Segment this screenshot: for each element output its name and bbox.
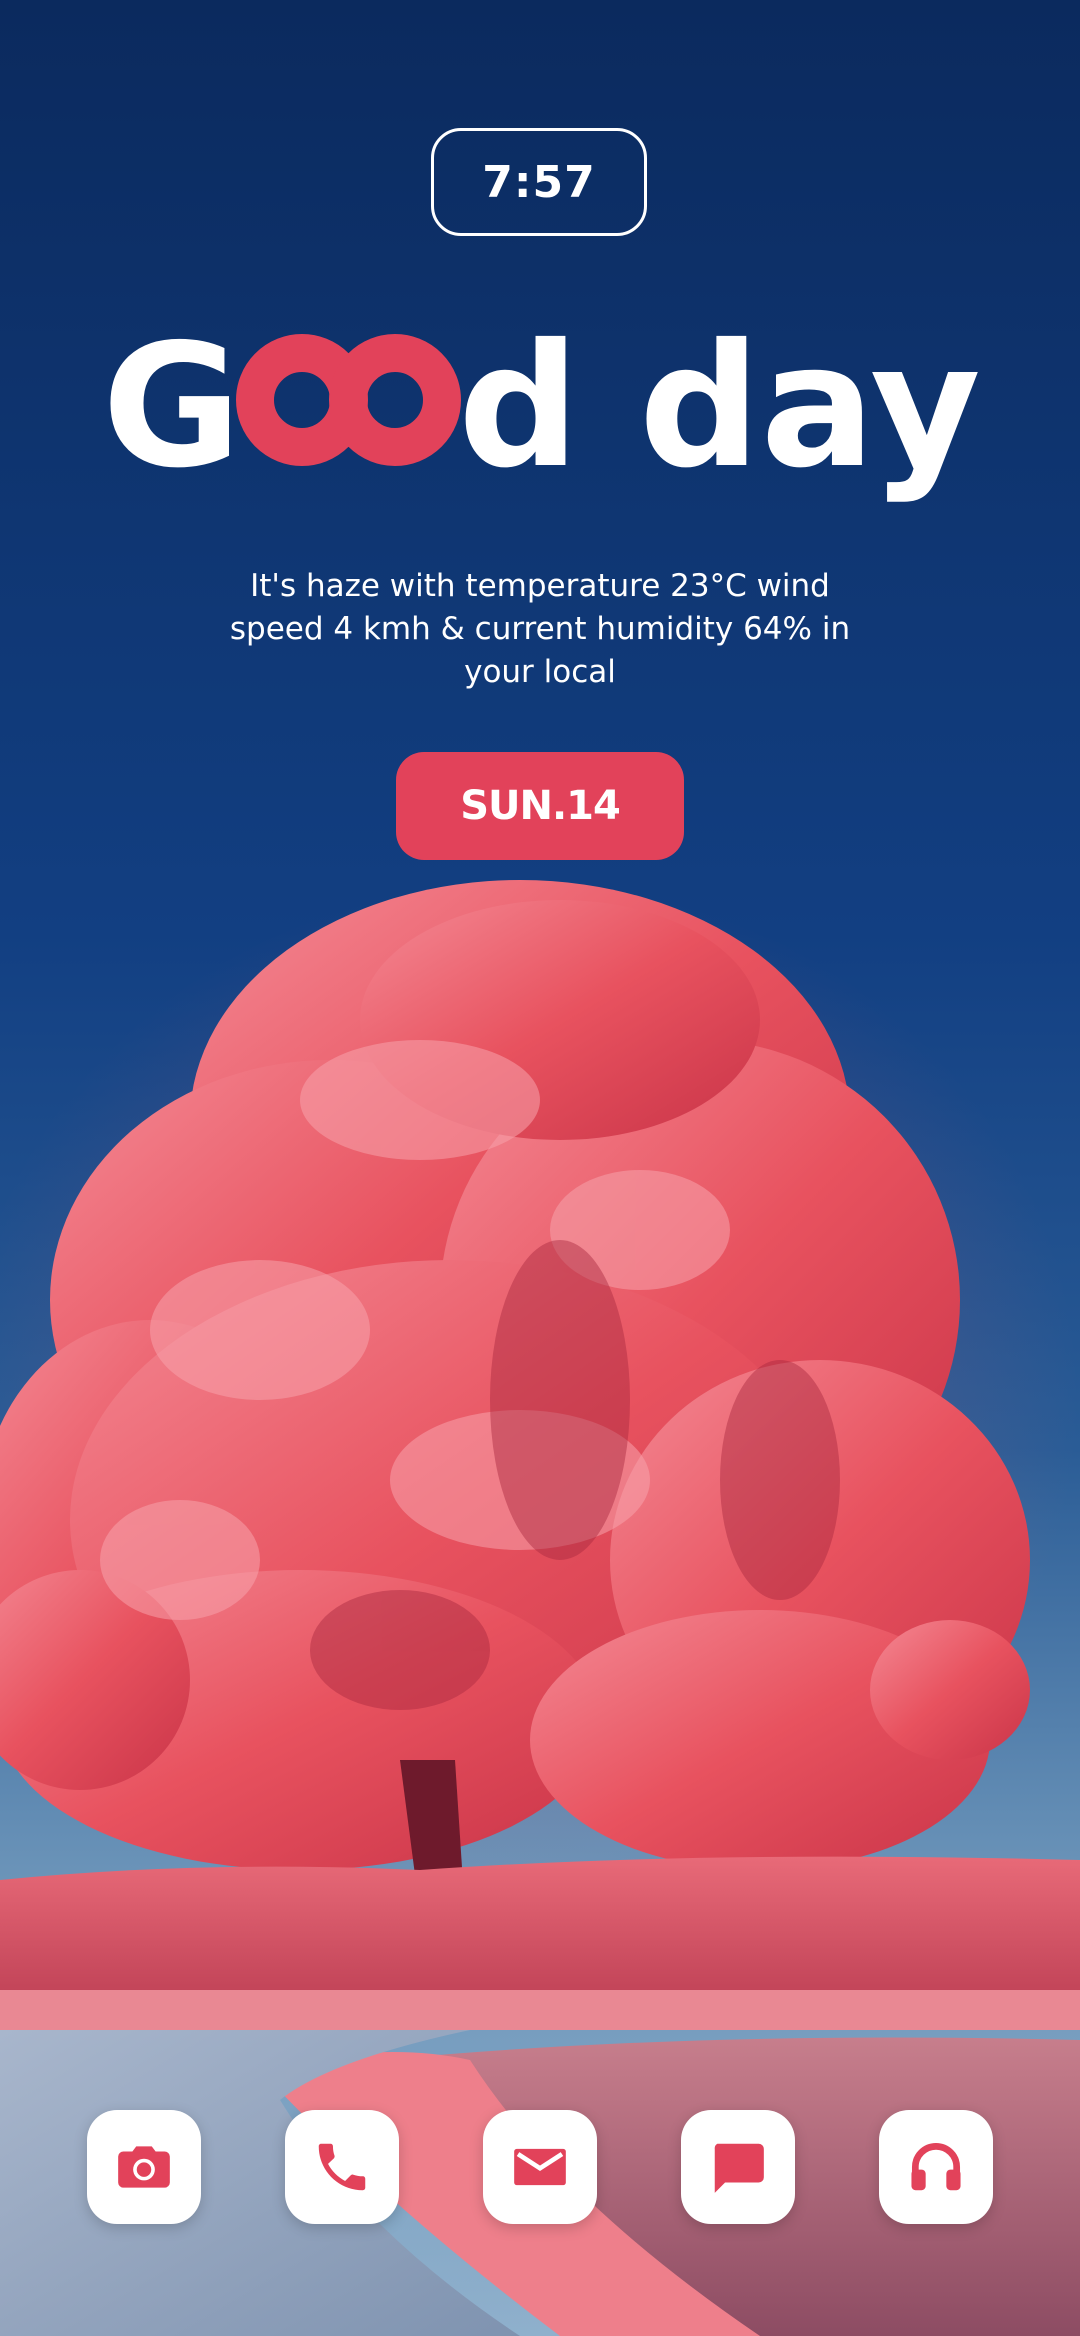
clock-time: 7:57: [482, 156, 596, 208]
greeting-text-end: d day: [458, 308, 981, 506]
clock-widget[interactable]: 7:57: [431, 128, 647, 236]
music-button[interactable]: [879, 2110, 993, 2224]
camera-icon: [118, 2146, 170, 2188]
infinity-glyph: [236, 334, 461, 466]
chat-icon: [714, 2143, 764, 2193]
greeting-text-start: G: [102, 308, 242, 506]
app-dock: [0, 2110, 1080, 2226]
mail-button[interactable]: [483, 2110, 597, 2224]
weather-description: It's haze with temperature 23°C wind spe…: [229, 568, 851, 690]
messages-button[interactable]: [681, 2110, 795, 2224]
phone-button[interactable]: [285, 2110, 399, 2224]
phone-icon: [318, 2143, 366, 2191]
date-label: SUN.14: [460, 783, 621, 829]
mail-icon: [514, 2148, 566, 2186]
camera-button[interactable]: [87, 2110, 201, 2224]
greeting-title: G d day: [102, 308, 981, 506]
headphones-icon: [911, 2142, 961, 2191]
date-badge[interactable]: SUN.14: [396, 752, 684, 860]
